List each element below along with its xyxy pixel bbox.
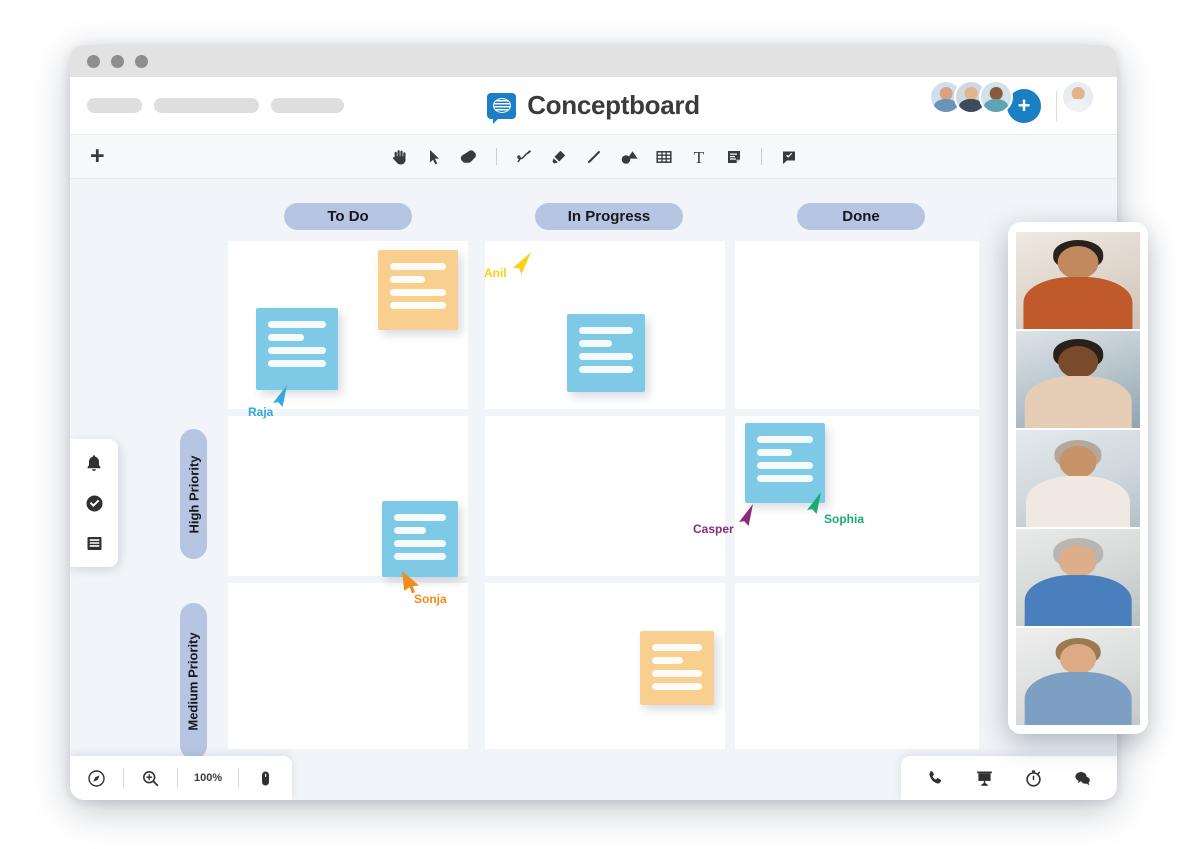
video-call-panel[interactable]	[1008, 222, 1148, 734]
bottom-right-toolbar	[901, 756, 1117, 800]
zoom-level-label[interactable]: 100%	[194, 772, 222, 784]
cell-inprogress-medium[interactable]	[485, 416, 725, 576]
column-header-in-progress[interactable]: In Progress	[535, 203, 683, 230]
row-header-high-priority[interactable]: High Priority	[180, 429, 207, 559]
window-maximize-dot[interactable]	[135, 54, 148, 68]
sticky-note-todo-high-orange[interactable]	[378, 250, 458, 330]
cursor-arrow-icon[interactable]	[423, 146, 445, 168]
svg-text:T: T	[693, 148, 704, 167]
sticky-note-inprogress-low[interactable]	[640, 631, 714, 705]
cursor-label: Casper	[693, 522, 734, 536]
marker-icon[interactable]	[548, 146, 570, 168]
app-toolbar: + T	[70, 134, 1117, 179]
cell-done-low[interactable]	[735, 583, 979, 749]
check-circle-icon[interactable]	[84, 493, 104, 513]
presentation-icon[interactable]	[974, 768, 995, 789]
cursor-label: Sonja	[414, 592, 447, 606]
list-icon[interactable]	[84, 533, 104, 553]
mouse-icon[interactable]	[255, 768, 276, 789]
board-canvas[interactable]: To Do In Progress Done High Priority Med…	[70, 179, 1117, 800]
bottom-divider-2	[177, 768, 178, 788]
pen-icon[interactable]	[513, 146, 535, 168]
table-icon[interactable]	[653, 146, 675, 168]
phone-icon[interactable]	[925, 768, 946, 789]
header-placeholder-group	[70, 98, 344, 113]
sticky-note-inprogress-high[interactable]	[567, 314, 645, 392]
avatar-participant-3[interactable]	[979, 79, 1013, 132]
cursor-sonja: Sonja	[400, 570, 447, 606]
cursor-label: Raja	[248, 405, 274, 419]
left-tool-panel	[70, 439, 118, 567]
compass-icon[interactable]	[86, 768, 107, 789]
hand-icon[interactable]	[388, 146, 410, 168]
avatar-self[interactable]	[1061, 79, 1095, 132]
bottom-divider-3	[238, 768, 240, 788]
app-header: Conceptboard +	[70, 77, 1117, 134]
window-titlebar	[70, 45, 1117, 77]
chat-bubble-icon[interactable]	[1072, 768, 1093, 789]
bell-icon[interactable]	[84, 453, 104, 473]
header-placeholder-1	[87, 98, 142, 113]
cell-done-high[interactable]	[735, 241, 979, 409]
header-placeholder-3	[271, 98, 344, 113]
video-tile-5[interactable]	[1016, 628, 1140, 725]
row-header-label: Medium Priority	[186, 631, 201, 731]
column-header-done[interactable]: Done	[797, 203, 925, 230]
video-tile-3[interactable]	[1016, 430, 1140, 527]
column-header-todo[interactable]: To Do	[284, 203, 412, 230]
cursor-label: Sophia	[824, 512, 865, 526]
cursor-casper: Casper	[693, 502, 756, 536]
toolbar-tool-group: T	[70, 146, 1117, 168]
toolbar-divider-1	[495, 148, 497, 165]
sticky-note-todo-medium[interactable]	[382, 501, 458, 577]
row-header-label: High Priority	[186, 454, 202, 534]
shapes-icon[interactable]	[618, 146, 640, 168]
header-avatar-group: +	[929, 79, 1117, 132]
sticky-note-todo-high-blue[interactable]	[256, 308, 338, 390]
row-header-medium-priority[interactable]: Medium Priority	[180, 603, 207, 759]
app-window: Conceptboard + + T To Do In Progress Don…	[70, 45, 1117, 800]
comment-flag-icon[interactable]	[778, 146, 800, 168]
header-placeholder-2	[154, 98, 259, 113]
video-tile-1[interactable]	[1016, 232, 1140, 329]
bottom-divider-1	[123, 768, 124, 788]
sticky-note-icon[interactable]	[723, 146, 745, 168]
text-t-icon[interactable]: T	[688, 146, 710, 168]
cursor-sophia: Sophia	[804, 490, 864, 526]
toolbar-divider-2	[760, 148, 762, 165]
bottom-left-toolbar: 100%	[70, 756, 293, 800]
window-minimize-dot[interactable]	[111, 54, 124, 68]
stopwatch-icon[interactable]	[1023, 768, 1044, 789]
video-tile-2[interactable]	[1016, 331, 1140, 428]
line-icon[interactable]	[583, 146, 605, 168]
cell-todo-low[interactable]	[228, 583, 468, 749]
cursor-label: Anil	[484, 266, 507, 280]
app-title: Conceptboard	[527, 90, 700, 120]
window-close-dot[interactable]	[87, 54, 100, 68]
cursor-raja: Raja	[248, 383, 290, 419]
eraser-icon[interactable]	[458, 146, 480, 168]
conceptboard-speech-bubble-icon	[487, 92, 517, 124]
video-tile-4[interactable]	[1016, 529, 1140, 626]
zoom-in-icon[interactable]	[140, 768, 161, 789]
cursor-anil: Anil	[484, 251, 533, 280]
avatar-divider	[1056, 90, 1057, 121]
